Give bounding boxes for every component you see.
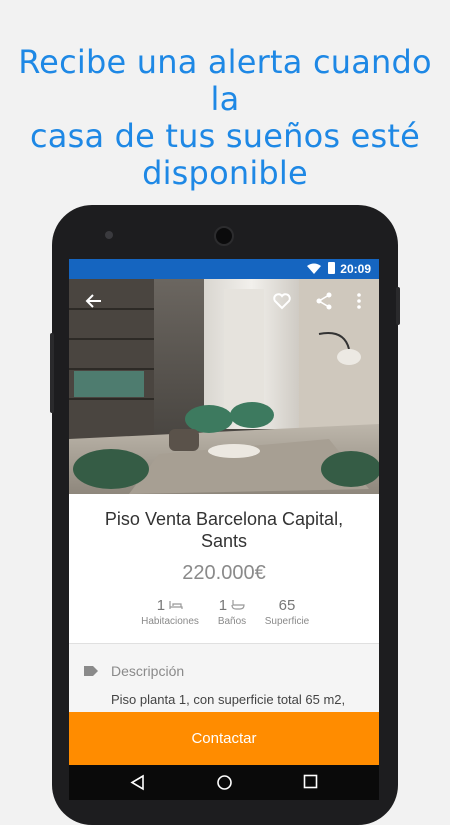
headline-line-3: disponible	[142, 154, 308, 192]
bed-icon	[169, 601, 183, 609]
nav-bar	[69, 765, 379, 800]
feature-bathrooms: 1 Baños	[212, 597, 252, 627]
wifi-icon	[307, 263, 321, 274]
status-bar: 20:09	[69, 259, 379, 279]
phone-screen: 20:09 Piso Venta Barcelona Capital, Sant…	[69, 259, 379, 800]
heart-outline-icon[interactable]	[272, 291, 292, 311]
bathrooms-label: Baños	[217, 616, 247, 627]
rooms-value: 1	[156, 597, 166, 614]
phone-side-button-left	[50, 333, 54, 413]
bathrooms-value: 1	[218, 597, 228, 614]
headline-line-2: casa de tus sueños esté	[29, 117, 421, 155]
battery-icon	[328, 262, 335, 274]
living-room-image	[69, 279, 379, 494]
listing-price: 220.000€	[182, 562, 266, 584]
contact-button[interactable]: Contactar	[69, 712, 379, 765]
description-label: Descripción	[111, 663, 185, 679]
description-text: Piso planta 1, con superficie total 65 m…	[111, 692, 346, 707]
surface-value: 65	[278, 597, 296, 614]
nav-recents-icon[interactable]	[303, 774, 318, 789]
headline-line-1: Recibe una alerta cuando la	[18, 43, 432, 118]
status-time: 20:09	[340, 262, 371, 276]
feature-rooms: 1 Habitaciones	[139, 597, 201, 627]
promo-headline: Recibe una alerta cuando la casa de tus …	[0, 44, 450, 192]
more-vert-icon[interactable]	[353, 291, 365, 311]
tag-icon	[84, 666, 98, 676]
surface-label: Superficie	[264, 616, 310, 627]
bathtub-icon	[231, 600, 245, 610]
property-photo[interactable]	[69, 279, 379, 494]
listing-title: Piso Venta Barcelona Capital, Sants	[69, 508, 379, 552]
nav-back-icon[interactable]	[129, 774, 145, 791]
listing-title-line-1: Piso Venta Barcelona Capital,	[104, 509, 344, 529]
share-icon[interactable]	[314, 291, 334, 311]
nav-home-icon[interactable]	[216, 774, 233, 791]
phone-side-button-top	[396, 287, 400, 325]
rooms-label: Habitaciones	[141, 616, 199, 627]
listing-title-line-2: Sants	[200, 531, 248, 551]
arrow-back-icon[interactable]	[84, 291, 104, 311]
earpiece-speaker	[214, 226, 234, 246]
feature-surface: 65 Superficie	[262, 597, 312, 627]
front-camera	[105, 231, 113, 239]
